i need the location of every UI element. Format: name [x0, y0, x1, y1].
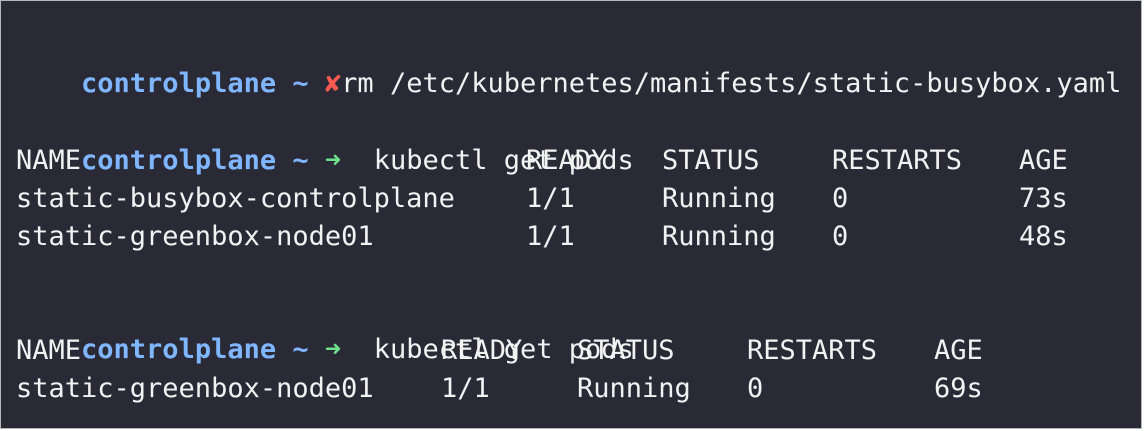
header-restarts: RESTARTS	[832, 145, 963, 176]
prompt-hostname: controlplane	[81, 68, 277, 99]
pod-restarts: 0	[832, 221, 849, 252]
success-arrow-icon: ➜	[324, 145, 342, 176]
prompt-line-2: controlplane ~ ➜ kubectl get pods	[16, 104, 634, 176]
prompt-cwd: ~	[292, 145, 309, 176]
terminal-window[interactable]: controlplane ~ ✘rm /etc/kubernetes/manif…	[0, 0, 1142, 429]
pod-age: 48s	[1019, 221, 1068, 252]
header-ready: READY	[441, 335, 523, 366]
pod-restarts: 0	[832, 183, 849, 214]
prompt-line-3: controlplane ~ ➜ kubectl get pods	[16, 293, 634, 365]
header-age: AGE	[1019, 145, 1068, 176]
pod-status: Running	[577, 373, 691, 404]
pod-ready: 1/1	[526, 221, 575, 252]
prompt-hostname: controlplane	[81, 334, 277, 365]
fail-cross-icon: ✘	[324, 68, 342, 99]
header-name: NAME	[16, 145, 82, 176]
header-status: STATUS	[577, 335, 675, 366]
pod-age: 69s	[934, 373, 983, 404]
pod-ready: 1/1	[441, 373, 490, 404]
success-arrow-icon: ➜	[324, 334, 342, 365]
prompt-cwd: ~	[292, 334, 309, 365]
pod-status: Running	[662, 221, 776, 252]
pod-ready: 1/1	[526, 183, 575, 214]
command-text: rm /etc/kubernetes/manifests/static-busy…	[341, 68, 1122, 99]
header-ready: READY	[526, 145, 608, 176]
prompt-line-1: controlplane ~ ✘rm /etc/kubernetes/manif…	[16, 27, 1121, 99]
prompt-hostname: controlplane	[81, 145, 277, 176]
pod-name: static-greenbox-node01	[16, 221, 374, 252]
header-status: STATUS	[662, 145, 760, 176]
pod-age: 73s	[1019, 183, 1068, 214]
header-age: AGE	[934, 335, 983, 366]
pod-name: static-busybox-controlplane	[16, 183, 455, 214]
prompt-cwd: ~	[292, 68, 309, 99]
pod-status: Running	[662, 183, 776, 214]
pod-restarts: 0	[747, 373, 764, 404]
pod-name: static-greenbox-node01	[16, 373, 374, 404]
header-restarts: RESTARTS	[747, 335, 878, 366]
header-name: NAME	[16, 335, 82, 366]
